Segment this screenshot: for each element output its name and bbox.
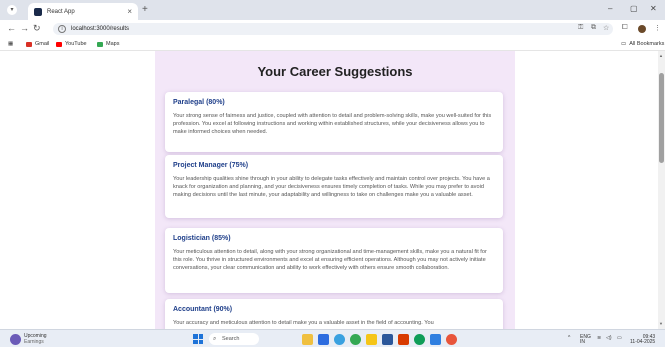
bookmark-maps[interactable]: Maps [97,41,119,47]
reload-icon[interactable]: ↻ [33,23,41,34]
browser-menu-icon[interactable]: ⋮ [654,24,661,32]
career-description: Your meticulous attention to detail, alo… [173,249,487,271]
gmail-icon [26,41,32,47]
maps-icon [97,41,103,47]
battery-icon[interactable]: ▭ [617,335,622,341]
all-bookmarks-label: All Bookmarks [629,41,665,47]
tray-chevron-icon[interactable]: ^ [568,335,570,341]
chrome-icon[interactable] [350,334,361,345]
vscode-icon[interactable] [430,334,441,345]
app-icon[interactable] [446,334,457,345]
tab-title: React App [47,8,75,15]
taskbar-search-placeholder: Search [222,336,240,342]
career-title: Accountant (90%) [173,306,233,313]
whatsapp-icon[interactable] [414,334,425,345]
bookmark-youtube-label: YouTube [65,41,87,47]
bookmark-youtube[interactable]: YouTube [56,41,87,47]
career-title: Project Manager (75%) [173,162,249,169]
youtube-icon [56,41,62,47]
maximize-icon[interactable]: ▢ [630,4,638,13]
password-key-icon[interactable]: ⚿ [578,24,583,32]
career-title: Logistician (85%) [173,235,231,242]
file-explorer-icon[interactable] [366,334,377,345]
react-favicon-icon [34,7,42,16]
career-card: Paralegal (80%) Your strong sense of fai… [165,92,503,152]
office-icon[interactable] [398,334,409,345]
widgets-sublabel: Earnings [24,339,44,345]
bookmark-gmail-label: Gmail [35,41,50,47]
bookmark-star-icon[interactable]: ☆ [603,24,609,32]
taskbar-search[interactable]: ⌕ Search [209,333,259,345]
widgets-icon [10,333,21,345]
scroll-down-icon[interactable]: ▼ [659,321,663,326]
windows-taskbar: Upcoming Earnings ⌕ Search ^ ENG IN ≋ ◁)… [0,329,665,347]
task-view-icon[interactable] [318,334,329,345]
edge-icon[interactable] [334,334,345,345]
tab-close-icon[interactable]: × [127,7,132,16]
language-region: IN [580,339,585,345]
tab-search-icon[interactable]: ▾ [7,5,17,15]
new-tab-button[interactable]: + [142,4,148,15]
scroll-thumb[interactable] [659,73,664,163]
page-title: Your Career Suggestions [257,64,413,79]
install-app-icon[interactable]: ⧉ [591,24,596,32]
wifi-icon[interactable]: ≋ [597,335,601,341]
site-info-icon[interactable]: i [58,25,66,33]
url-field[interactable]: i localhost:3000/results [53,23,613,35]
window-close-icon[interactable]: ✕ [650,4,657,13]
copilot-icon[interactable] [302,334,313,345]
minimize-icon[interactable]: – [608,4,612,13]
bookmark-maps-label: Maps [106,41,120,47]
career-card: Logistician (85%) Your meticulous attent… [165,228,503,293]
clock-date: 11-04-2025 [630,339,656,345]
career-card: Project Manager (75%) Your leadership qu… [165,155,503,218]
search-icon: ⌕ [213,336,217,342]
career-description: Your strong sense of fairness and justic… [173,113,492,135]
clock[interactable]: 09:43 11-04-2025 [630,335,655,345]
apps-grid-icon[interactable]: ▦ [8,41,13,47]
url-text: localhost:3000/results [71,26,130,32]
folder-icon: ▭ [621,41,627,47]
browser-tab-bar: ▾ React App × + – ▢ ✕ [0,0,665,20]
page-viewport: Your Career Suggestions Paralegal (80%) … [0,51,658,329]
volume-icon[interactable]: ◁) [606,335,612,341]
career-description: Your accuracy and meticulous attention t… [173,320,434,326]
profile-avatar[interactable] [638,25,646,33]
widgets-button[interactable]: Upcoming Earnings [10,333,47,345]
career-description: Your leadership qualities shine through … [173,176,490,198]
career-title: Paralegal (80%) [173,99,225,106]
store-icon[interactable] [382,334,393,345]
page-scrollbar[interactable]: ▲ ▼ [658,51,665,329]
back-icon[interactable]: ← [7,23,16,33]
start-menu-icon[interactable] [193,334,203,344]
results-panel: Your Career Suggestions Paralegal (80%) … [155,51,515,329]
extensions-icon[interactable]: ⧠ [622,24,628,32]
language-indicator[interactable]: ENG IN [580,335,591,345]
bookmark-gmail[interactable]: Gmail [26,41,49,47]
bookmarks-bar: ▦ Gmail YouTube Maps ▭ All Bookmarks [0,37,665,51]
forward-icon[interactable]: → [20,23,29,33]
browser-tab[interactable]: React App × [28,3,138,20]
career-card: Accountant (90%) Your accuracy and metic… [165,299,503,329]
scroll-up-icon[interactable]: ▲ [659,53,663,58]
address-toolbar: ← → ↻ i localhost:3000/results ⚿ ⧉ ☆ ⧠ ⋮ [0,20,665,37]
all-bookmarks[interactable]: ▭ All Bookmarks [621,41,664,47]
